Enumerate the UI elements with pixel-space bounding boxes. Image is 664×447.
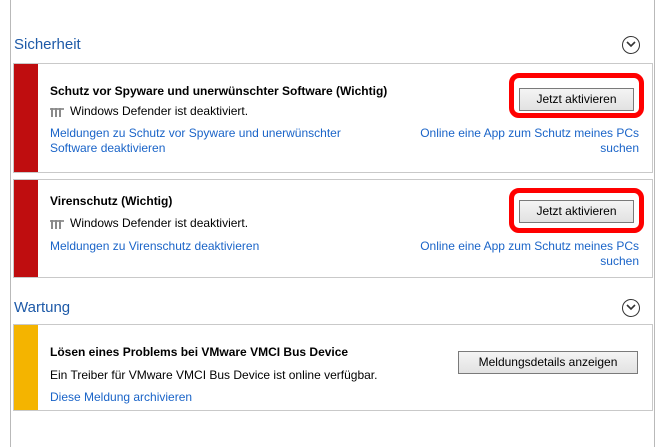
alert-title: Virenschutz (Wichtig): [50, 194, 173, 208]
activate-now-button[interactable]: Jetzt aktivieren: [519, 88, 634, 111]
alert-card-vmware: Lösen eines Problems bei VMware VMCI Bus…: [13, 324, 653, 411]
link-line: Online eine App zum Schutz meines PCs: [420, 126, 639, 140]
find-app-online-link[interactable]: Online eine App zum Schutz meines PCs su…: [420, 126, 639, 156]
section-title-maintenance: Wartung: [14, 299, 71, 316]
find-app-online-link[interactable]: Online eine App zum Schutz meines PCs su…: [420, 239, 639, 269]
alert-title: Schutz vor Spyware und unerwünschter Sof…: [50, 84, 388, 98]
alert-status: Windows Defender ist deaktiviert.: [50, 104, 248, 118]
link-line: Meldungen zu Schutz vor Spyware und uner…: [50, 126, 341, 140]
alert-status-text: Windows Defender ist deaktiviert.: [70, 216, 249, 230]
show-message-details-button[interactable]: Meldungsdetails anzeigen: [458, 351, 638, 374]
alert-status-text: Windows Defender ist deaktiviert.: [70, 104, 249, 118]
windows-defender-icon: [50, 106, 64, 117]
activate-now-button[interactable]: Jetzt aktivieren: [519, 200, 634, 223]
critical-stripe: [14, 64, 38, 172]
warning-stripe: [14, 325, 38, 410]
chevron-down-icon[interactable]: [622, 299, 640, 317]
link-line: Online eine App zum Schutz meines PCs: [420, 239, 639, 253]
link-line: Software deaktivieren: [50, 141, 166, 155]
alert-status-text: Ein Treiber für VMware VMCI Bus Device i…: [50, 368, 378, 382]
disable-antivirus-messages-link[interactable]: Meldungen zu Virenschutz deaktivieren: [50, 239, 259, 254]
alert-title: Lösen eines Problems bei VMware VMCI Bus…: [50, 345, 349, 359]
link-line: suchen: [600, 141, 639, 155]
critical-stripe: [14, 180, 38, 277]
link-line: suchen: [600, 254, 639, 268]
disable-spyware-messages-link[interactable]: Meldungen zu Schutz vor Spyware und uner…: [50, 126, 341, 156]
chevron-down-icon[interactable]: [622, 36, 640, 54]
alert-status: Windows Defender ist deaktiviert.: [50, 216, 248, 230]
archive-message-link[interactable]: Diese Meldung archivieren: [50, 390, 192, 405]
windows-defender-icon: [50, 218, 64, 229]
section-title-security: Sicherheit: [14, 36, 81, 53]
